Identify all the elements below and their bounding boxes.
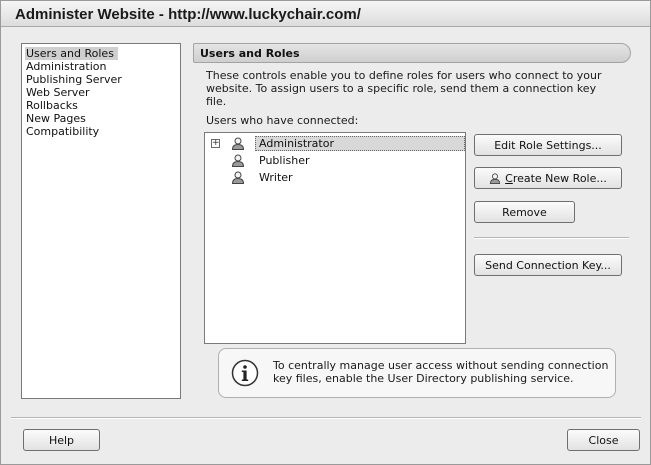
category-list[interactable]: Users and Roles Administration Publishin… [21,43,181,399]
list-item-publisher[interactable]: Publisher [205,153,465,169]
section-description: These controls enable you to define role… [206,69,602,108]
footer-divider [11,417,641,419]
user-name: Administrator [259,137,334,150]
section-header: Users and Roles [193,43,631,63]
user-icon [490,172,501,184]
expand-icon[interactable]: + [211,139,220,148]
button-label: Create New Role... [505,172,607,185]
divider [474,237,629,239]
button-label-rest: reate New Role... [512,171,607,185]
info-icon [231,359,259,387]
window-title: Administer Website - http://www.luckycha… [15,6,361,23]
close-button[interactable]: Close [567,429,640,451]
title-bar[interactable]: Administer Website - http://www.luckycha… [1,1,650,27]
nav-item-users-and-roles[interactable]: Users and Roles [25,47,118,60]
list-item-administrator[interactable]: + Administrator [205,136,465,152]
help-button[interactable]: Help [23,429,100,451]
button-label: Remove [502,205,547,219]
user-icon [231,171,245,184]
users-list[interactable]: + Administrator Publisher Writer [204,132,466,344]
info-message-box: To centrally manage user access without … [218,348,616,398]
remove-button[interactable]: Remove [474,201,575,223]
nav-item-new-pages[interactable]: New Pages [25,112,90,125]
button-label: Close [588,433,619,447]
mnemonic-letter: C [505,171,513,185]
nav-item-administration[interactable]: Administration [25,60,111,73]
create-new-role-button[interactable]: Create New Role... [474,167,622,189]
administer-website-dialog: Administer Website - http://www.luckycha… [0,0,651,465]
user-icon [231,154,245,167]
section-title: Users and Roles [200,47,300,60]
info-text: To centrally manage user access without … [273,359,609,385]
nav-item-publishing-server[interactable]: Publishing Server [25,73,126,86]
button-label: Edit Role Settings... [494,138,602,152]
users-list-label: Users who have connected: [206,114,359,127]
user-name: Publisher [259,154,310,167]
user-name: Writer [259,171,293,184]
send-connection-key-button[interactable]: Send Connection Key... [474,254,622,276]
list-item-writer[interactable]: Writer [205,170,465,186]
button-label: Send Connection Key... [485,258,611,272]
user-icon [231,137,245,150]
button-label: Help [48,433,75,447]
edit-role-settings-button[interactable]: Edit Role Settings... [474,134,622,156]
nav-item-web-server[interactable]: Web Server [25,86,94,99]
nav-item-compatibility[interactable]: Compatibility [25,125,103,138]
nav-item-rollbacks[interactable]: Rollbacks [25,99,82,112]
